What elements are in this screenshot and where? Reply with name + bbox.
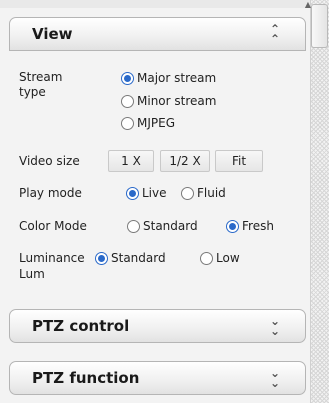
scrollbar-track[interactable] [310, 0, 329, 403]
luminance-label: Luminance [19, 251, 85, 265]
radio-mjpeg-label: MJPEG [137, 116, 176, 130]
view-panel-title: View [32, 25, 73, 43]
radio-selected-indicator[interactable] [121, 72, 134, 85]
radio-luminance-low[interactable]: Low [200, 251, 240, 266]
ptz-control-panel-title: PTZ control [32, 317, 130, 335]
video-size-half-button[interactable]: 1/2 X [160, 150, 210, 172]
radio-luminance-standard[interactable]: Standard [95, 251, 166, 266]
radio-play-live-label: Live [142, 186, 167, 200]
radio-color-standard[interactable]: Standard [127, 219, 198, 234]
radio-minor-stream-label: Minor stream [137, 94, 217, 108]
radio-minor-stream[interactable]: Minor stream [121, 94, 216, 109]
ptz-function-panel-title: PTZ function [32, 369, 140, 387]
double-chevron-down-icon[interactable]: ⌄ ⌄ [267, 315, 283, 337]
radio-indicator[interactable] [200, 252, 213, 265]
video-size-label: Video size [19, 154, 80, 168]
ptz-function-panel-header[interactable]: PTZ function ⌄ ⌄ [9, 361, 306, 395]
video-size-fit-button[interactable]: Fit [215, 150, 263, 172]
ptz-control-panel-header[interactable]: PTZ control ⌄ ⌄ [9, 309, 306, 343]
video-size-1x-button[interactable]: 1 X [108, 150, 154, 172]
radio-color-fresh-label: Fresh [242, 219, 274, 233]
color-mode-label: Color Mode [19, 219, 87, 233]
app-frame: ▲ View ⌃ ⌃ Stream type Major stream Minor… [0, 0, 329, 403]
view-panel-body: Stream type Major stream Minor stream MJ… [9, 51, 306, 306]
play-mode-label: Play mode [19, 186, 82, 200]
radio-major-stream[interactable]: Major stream [121, 71, 216, 86]
stream-type-label: Stream [19, 70, 63, 84]
radio-mjpeg[interactable]: MJPEG [121, 116, 175, 131]
radio-play-fluid[interactable]: Fluid [181, 186, 226, 201]
stream-type-label-line2: type [19, 85, 46, 99]
radio-selected-indicator[interactable] [226, 220, 239, 233]
radio-indicator[interactable] [121, 95, 134, 108]
view-panel-header[interactable]: View ⌃ ⌃ [9, 17, 306, 51]
radio-luminance-standard-label: Standard [111, 251, 166, 265]
radio-major-stream-label: Major stream [137, 71, 217, 85]
radio-selected-indicator[interactable] [126, 187, 139, 200]
double-chevron-down-icon[interactable]: ⌄ ⌄ [267, 367, 283, 389]
radio-play-live[interactable]: Live [126, 186, 167, 201]
scrollbar-thumb[interactable] [311, 4, 328, 48]
double-chevron-up-icon[interactable]: ⌃ ⌃ [267, 23, 283, 45]
luminance-label-line2: Lum [19, 267, 45, 281]
radio-play-fluid-label: Fluid [197, 186, 226, 200]
top-strip [0, 0, 329, 8]
radio-indicator[interactable] [181, 187, 194, 200]
radio-selected-indicator[interactable] [95, 252, 108, 265]
radio-color-standard-label: Standard [143, 219, 198, 233]
scroll-up-arrow-icon[interactable]: ▲ [302, 0, 314, 10]
radio-luminance-low-label: Low [216, 251, 240, 265]
radio-indicator[interactable] [121, 117, 134, 130]
radio-color-fresh[interactable]: Fresh [226, 219, 274, 234]
radio-indicator[interactable] [127, 220, 140, 233]
